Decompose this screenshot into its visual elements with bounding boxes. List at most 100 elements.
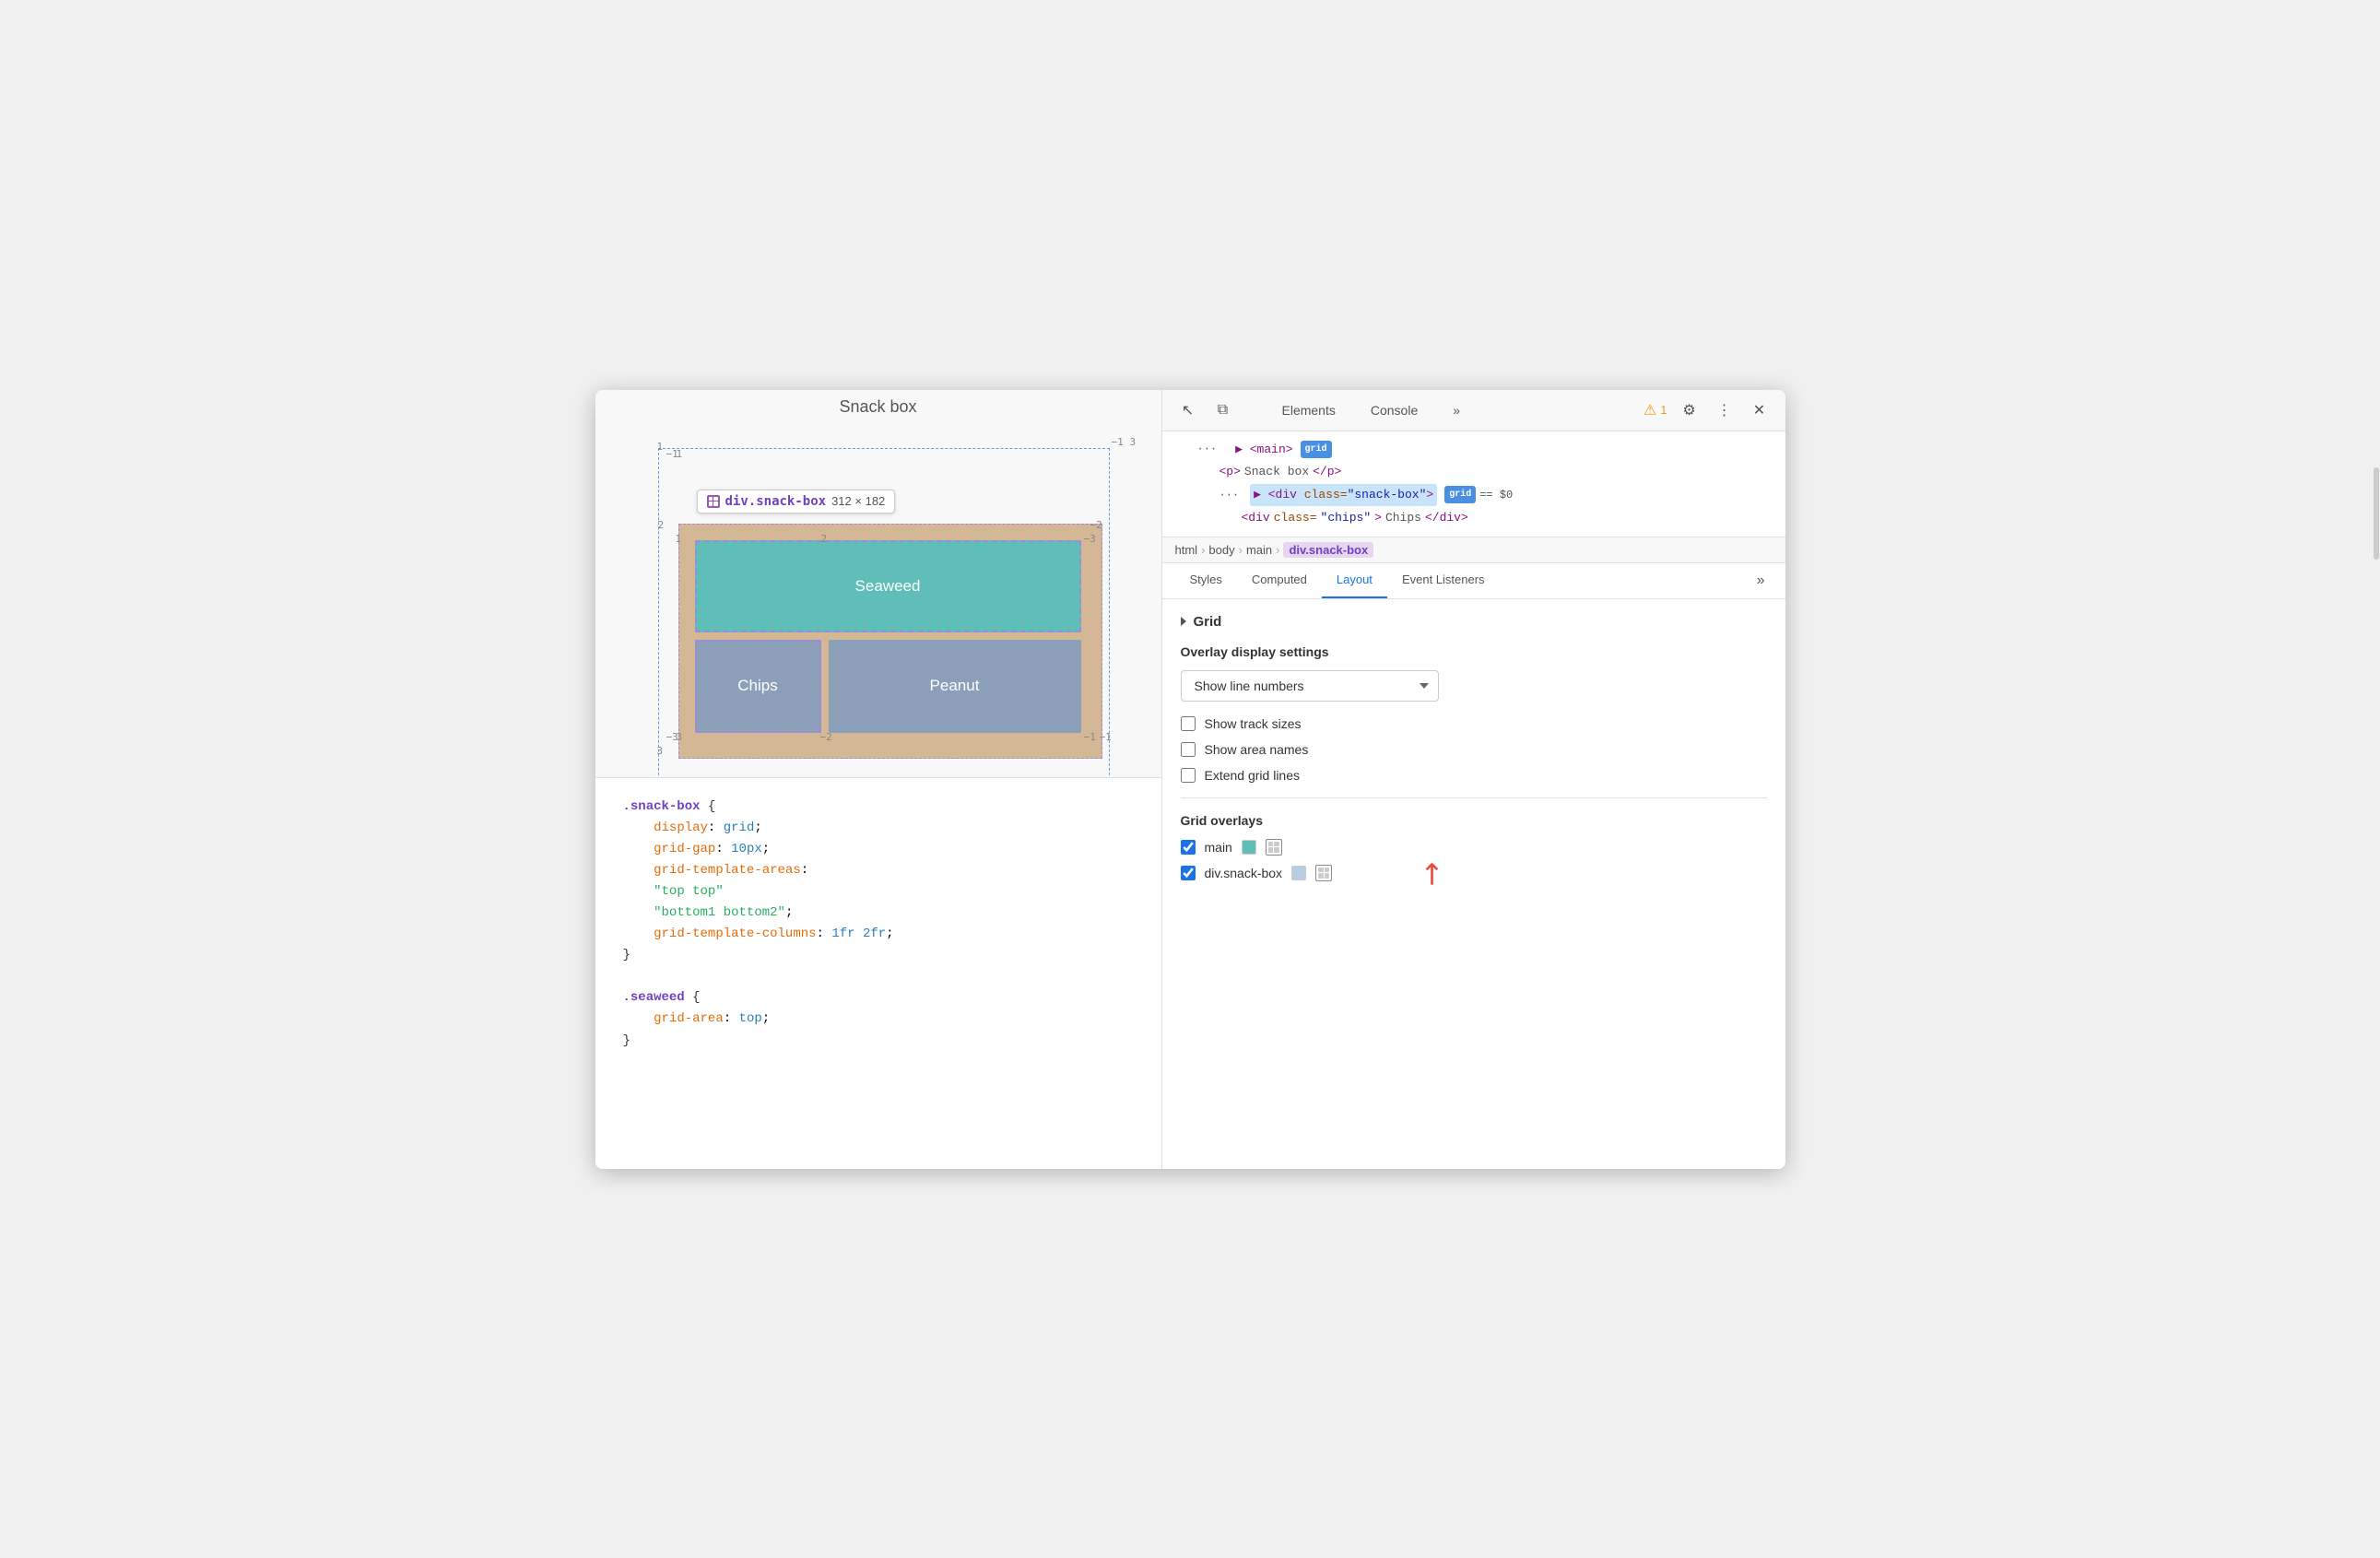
layout-panel: Grid Overlay display settings Show line … bbox=[1162, 599, 1785, 1169]
css-block-seaweed: .seaweed { grid-area: top; } bbox=[623, 987, 1134, 1051]
tab-more-panels[interactable]: » bbox=[1750, 563, 1773, 598]
tab-layout[interactable]: Layout bbox=[1322, 563, 1387, 598]
grid-preview-area: Snack box div.snack-box 312 × 182 Seawee… bbox=[595, 390, 1161, 777]
num-label-row-r2: −2 bbox=[1090, 519, 1102, 531]
css-prop-grid-template-columns: grid-template-columns bbox=[654, 927, 816, 941]
expand-icon: ··· bbox=[1219, 486, 1240, 504]
devtools-toolbar: ↖ ⧉ Elements Console » ⚠ 1 ⚙ ⋮ ✕ bbox=[1162, 390, 1785, 431]
grid-overlays-title: Grid overlays bbox=[1181, 813, 1767, 828]
main-color-swatch[interactable] bbox=[1242, 840, 1256, 855]
snack-box-overlay-label: div.snack-box bbox=[1205, 866, 1283, 880]
snack-box-title: Snack box bbox=[595, 390, 1161, 420]
dom-pseudo-dollar: == $0 bbox=[1479, 486, 1513, 504]
css-prop-grid-area: grid-area bbox=[654, 1011, 724, 1026]
warning-count: 1 bbox=[1660, 403, 1667, 417]
main-overlay-checkbox[interactable] bbox=[1181, 840, 1196, 855]
num-label-row-minus12: −1 bbox=[1084, 731, 1096, 743]
num-label-row-2: 2 bbox=[658, 519, 665, 531]
tooltip-element-size: 312 × 182 bbox=[831, 494, 885, 508]
breadcrumb-body[interactable]: body bbox=[1208, 543, 1234, 557]
dom-line-snack-box[interactable]: ··· ▶ <div class="snack-box"> grid == $0 bbox=[1175, 483, 1773, 507]
show-area-names-label: Show area names bbox=[1205, 742, 1309, 757]
extend-grid-lines-label: Extend grid lines bbox=[1205, 768, 1301, 783]
main-grid-badge: grid bbox=[1301, 441, 1332, 458]
main-content: Snack box div.snack-box 312 × 182 Seawee… bbox=[595, 390, 1785, 1169]
grid-cell-chips: Chips bbox=[695, 640, 821, 733]
show-track-sizes-label: Show track sizes bbox=[1205, 716, 1302, 731]
tooltip-element-name: div.snack-box bbox=[725, 494, 827, 509]
selected-element: ▶ <div class="snack-box"> bbox=[1250, 484, 1437, 506]
num-label-row-1: 1 bbox=[657, 441, 664, 453]
css-selector-snack-box: .snack-box bbox=[623, 799, 701, 814]
line-numbers-dropdown[interactable]: Show line numbers Show area names Hide bbox=[1181, 670, 1439, 702]
red-arrow-indicator: ↙ bbox=[1411, 854, 1454, 896]
cursor-tool-button[interactable]: ↖ bbox=[1175, 397, 1201, 423]
checkbox-extend-grid-lines: Extend grid lines bbox=[1181, 768, 1767, 783]
dropdown-row: Show line numbers Show area names Hide bbox=[1181, 670, 1767, 702]
tab-more[interactable]: » bbox=[1440, 397, 1473, 423]
tab-elements[interactable]: Elements bbox=[1269, 397, 1349, 423]
breadcrumb: html › body › main › div.snack-box bbox=[1162, 537, 1785, 563]
tab-console[interactable]: Console bbox=[1358, 397, 1431, 423]
breadcrumb-main[interactable]: main bbox=[1246, 543, 1272, 557]
more-menu-button[interactable]: ⋮ bbox=[1712, 397, 1738, 423]
num-label-row-minus2: −2 bbox=[820, 731, 832, 743]
grid-section-title: Grid bbox=[1194, 614, 1222, 630]
snack-box-grid-badge: grid bbox=[1444, 486, 1476, 503]
num-label-col-2: 2 bbox=[821, 533, 828, 545]
css-prop-grid-template-areas: grid-template-areas bbox=[654, 863, 801, 878]
css-string-top: "top top" bbox=[654, 884, 724, 899]
warning-icon: ⚠ bbox=[1644, 401, 1656, 419]
right-panel: ↖ ⧉ Elements Console » ⚠ 1 ⚙ ⋮ ✕ ··· bbox=[1162, 390, 1785, 1169]
settings-button[interactable]: ⚙ bbox=[1677, 397, 1703, 423]
num-label-col-1: 1 bbox=[676, 533, 682, 545]
dom-line-main: ··· ▶ <main> grid bbox=[1175, 439, 1773, 461]
tab-styles[interactable]: Styles bbox=[1175, 563, 1237, 598]
num-label-col-minus3: −3 bbox=[1084, 533, 1096, 545]
dom-line-p: <p>Snack box</p> bbox=[1175, 461, 1773, 483]
num-label-row-minus1: −3 bbox=[666, 731, 678, 743]
close-button[interactable]: ✕ bbox=[1747, 397, 1773, 423]
tab-computed[interactable]: Computed bbox=[1237, 563, 1322, 598]
more-icon: ··· bbox=[1197, 440, 1218, 458]
grid-cell-seaweed: Seaweed bbox=[695, 540, 1081, 633]
css-val-top: top bbox=[739, 1011, 762, 1026]
num-label-row-1b: −1 bbox=[1100, 731, 1112, 743]
css-block-snack-box: .snack-box { display: grid; grid-gap: 10… bbox=[623, 797, 1134, 967]
css-code-section: .snack-box { display: grid; grid-gap: 10… bbox=[595, 777, 1161, 1169]
show-track-sizes-checkbox[interactable] bbox=[1181, 716, 1196, 731]
left-panel: Snack box div.snack-box 312 × 182 Seawee… bbox=[595, 390, 1162, 1169]
snack-box-overlay-checkbox[interactable] bbox=[1181, 866, 1196, 880]
css-selector-seaweed: .seaweed bbox=[623, 990, 685, 1005]
overlay-settings-title: Overlay display settings bbox=[1181, 644, 1767, 659]
css-val-grid: grid bbox=[724, 820, 755, 835]
css-prop-grid-gap: grid-gap bbox=[654, 842, 715, 856]
snack-box-grid-layout-icon[interactable] bbox=[1315, 865, 1332, 881]
num-label-col-n: 3 bbox=[1130, 436, 1137, 448]
dom-tree: ··· ▶ <main> grid <p>Snack box</p> ··· bbox=[1162, 431, 1785, 537]
snack-box-color-swatch[interactable] bbox=[1291, 866, 1306, 880]
grid-icon bbox=[707, 495, 720, 508]
num-label-top-r: −1 bbox=[1112, 436, 1124, 448]
breadcrumb-snack-box[interactable]: div.snack-box bbox=[1283, 542, 1373, 558]
css-prop-display: display bbox=[654, 820, 708, 835]
dock-button[interactable]: ⧉ bbox=[1210, 397, 1236, 423]
overlay-row-main: main bbox=[1181, 839, 1767, 856]
divider bbox=[1181, 797, 1767, 798]
browser-window: Snack box div.snack-box 312 × 182 Seawee… bbox=[595, 390, 1785, 1169]
breadcrumb-html[interactable]: html bbox=[1175, 543, 1198, 557]
checkbox-show-track-sizes: Show track sizes bbox=[1181, 716, 1767, 731]
grid-collapse-triangle[interactable] bbox=[1181, 617, 1186, 626]
grid-section-header: Grid bbox=[1181, 614, 1767, 630]
inner-grid: Seaweed Chips Peanut bbox=[688, 533, 1089, 740]
checkbox-show-area-names: Show area names bbox=[1181, 742, 1767, 757]
num-label-outer-1: −1 bbox=[666, 448, 678, 460]
show-area-names-checkbox[interactable] bbox=[1181, 742, 1196, 757]
main-grid-layout-icon[interactable] bbox=[1266, 839, 1282, 856]
num-label-3: 3 bbox=[657, 745, 664, 757]
tab-event-listeners[interactable]: Event Listeners bbox=[1387, 563, 1500, 598]
extend-grid-lines-checkbox[interactable] bbox=[1181, 768, 1196, 783]
panel-tabs: Styles Computed Layout Event Listeners » bbox=[1162, 563, 1785, 599]
grid-cell-peanut: Peanut bbox=[829, 640, 1081, 733]
element-tooltip: div.snack-box 312 × 182 bbox=[697, 490, 896, 513]
